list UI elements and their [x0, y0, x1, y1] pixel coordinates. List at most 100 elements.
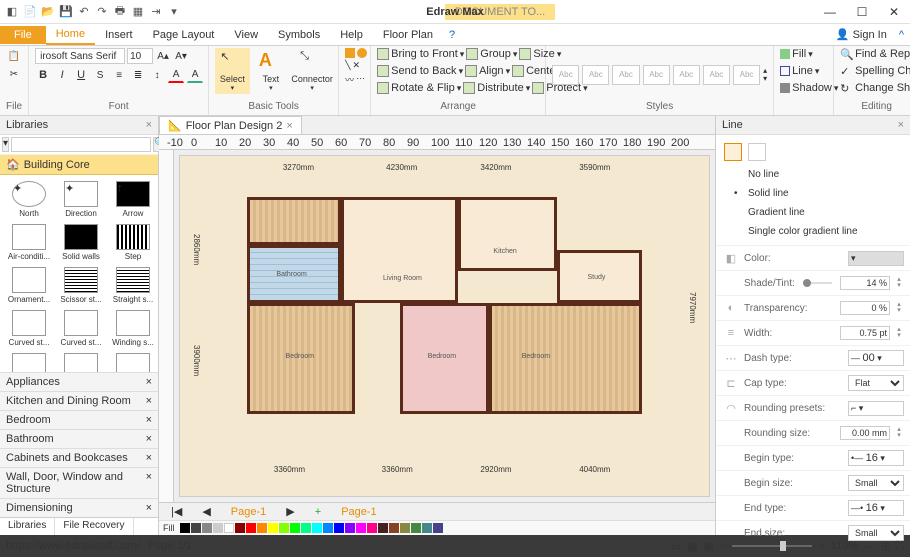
cat-wall-door[interactable]: Wall, Door, Window and Structure× — [0, 467, 158, 498]
fit-width-icon[interactable]: ↔ — [864, 540, 875, 552]
page-next-icon[interactable]: ▶ — [278, 504, 302, 519]
zoom-slider[interactable] — [732, 545, 812, 547]
bullets-icon[interactable]: ≡ — [111, 67, 127, 83]
font-color-icon[interactable]: A — [168, 67, 184, 83]
spin-icon[interactable]: ▴▾ — [894, 327, 904, 339]
cat-appliances[interactable]: Appliances× — [0, 372, 158, 391]
minimize-button[interactable]: — — [818, 5, 842, 19]
view-mode1-icon[interactable]: ▭ — [671, 540, 681, 553]
zoom-out-icon[interactable]: − — [720, 540, 726, 552]
trans-input[interactable] — [840, 301, 890, 315]
spelling-check-button[interactable]: ✓Spelling Check — [840, 65, 910, 77]
close-doc-icon[interactable]: × — [286, 120, 292, 132]
library-search-input[interactable] — [11, 137, 151, 152]
style-swatch[interactable]: Abc — [643, 65, 670, 85]
shape-circle-icon[interactable] — [357, 48, 367, 58]
etype-select[interactable]: —• 16 ▾ — [848, 500, 904, 516]
file-menu-button[interactable]: File — [0, 26, 46, 44]
color-swatch[interactable] — [312, 523, 322, 533]
view-mode3-icon[interactable]: ▣ — [703, 540, 713, 553]
page-tab-1[interactable]: Page-1 — [223, 505, 274, 519]
color-swatch[interactable] — [334, 523, 344, 533]
align-arr-icon[interactable] — [465, 65, 477, 77]
color-swatch[interactable] — [323, 523, 333, 533]
close-button[interactable]: ✕ — [882, 5, 906, 19]
shape-scissor[interactable]: Scissor st... — [56, 265, 106, 306]
line-style-icon[interactable] — [780, 66, 790, 76]
room-living[interactable]: Living Room — [341, 197, 458, 303]
shape-x-icon[interactable]: ✕ — [353, 60, 361, 71]
shape-solid-walls[interactable]: Solid walls — [56, 222, 106, 263]
room-kitchen[interactable]: Kitchen — [458, 197, 557, 271]
cat-dimensioning[interactable]: Dimensioning× — [0, 498, 158, 517]
qat-print-icon[interactable]: 🖶 — [112, 4, 128, 20]
tab-home[interactable]: Home — [46, 25, 95, 45]
spin-icon[interactable]: ▴▾ — [894, 302, 904, 314]
dash-select[interactable]: — 00 ▾ — [848, 350, 904, 366]
color-swatch[interactable] — [400, 523, 410, 533]
center-icon[interactable] — [512, 65, 524, 77]
shape-direction[interactable]: ✦Direction — [56, 179, 106, 220]
shape-north[interactable]: ✦North — [4, 179, 54, 220]
zoom-value[interactable]: 110% — [831, 540, 858, 552]
cat-kitchen[interactable]: Kitchen and Dining Room× — [0, 391, 158, 410]
tab-insert[interactable]: Insert — [95, 26, 143, 44]
btype-select[interactable]: •— 16 ▾ — [848, 450, 904, 466]
room-bedroom2[interactable]: Bedroom — [400, 303, 490, 414]
protect-icon[interactable] — [532, 82, 544, 94]
line-opt-none[interactable]: No line — [724, 165, 902, 184]
shape-arrow[interactable]: ↑Arrow — [108, 179, 158, 220]
shape-curved1[interactable]: Curved st... — [4, 308, 54, 349]
highlight-icon[interactable]: A — [187, 67, 203, 83]
align-icon[interactable]: ≣ — [130, 67, 146, 83]
color-swatch[interactable] — [356, 523, 366, 533]
color-swatch[interactable] — [422, 523, 432, 533]
color-swatch[interactable] — [257, 523, 267, 533]
color-swatch[interactable] — [246, 523, 256, 533]
font-grow-icon[interactable]: A▴ — [155, 48, 171, 64]
page-tab-1b[interactable]: Page-1 — [333, 505, 384, 519]
close-panel-icon[interactable]: × — [898, 119, 904, 131]
category-header[interactable]: 🏠Building Core — [0, 155, 158, 175]
style-swatch[interactable]: Abc — [552, 65, 579, 85]
qat-undo-icon[interactable]: ↶ — [76, 4, 92, 20]
line-opt-single-gradient[interactable]: Single color gradient line — [724, 222, 902, 241]
qat-new-icon[interactable]: 📄 — [22, 4, 38, 20]
send-back-icon[interactable] — [377, 65, 389, 77]
room-balcony1[interactable] — [247, 197, 341, 245]
style-swatch[interactable]: Abc — [703, 65, 730, 85]
page-add-icon[interactable]: + — [307, 505, 329, 519]
fill-icon[interactable] — [780, 49, 790, 59]
shape-ornament[interactable]: Ornament... — [4, 265, 54, 306]
shape-extra3[interactable] — [108, 351, 158, 372]
color-swatch[interactable] — [411, 523, 421, 533]
cap-select[interactable]: Flat — [848, 375, 904, 391]
color-swatch[interactable] — [224, 523, 234, 533]
group-icon[interactable] — [466, 48, 478, 60]
shape-line-icon[interactable]: ╲ — [345, 60, 350, 71]
close-panel-icon[interactable]: × — [146, 119, 152, 131]
tab-libraries[interactable]: Libraries — [0, 518, 55, 535]
qat-open-icon[interactable]: 📂 — [40, 4, 56, 20]
cat-bathroom[interactable]: Bathroom× — [0, 429, 158, 448]
color-swatch[interactable] — [433, 523, 443, 533]
shape-extra1[interactable] — [4, 351, 54, 372]
view-mode2-icon[interactable]: ▦ — [687, 540, 697, 553]
italic-button[interactable]: I — [54, 67, 70, 83]
style-scroll[interactable]: ▴▾ — [763, 67, 767, 83]
select-tool[interactable]: ↖Select▾ — [215, 48, 250, 94]
bold-button[interactable]: B — [35, 67, 51, 83]
shadow-icon[interactable] — [780, 83, 790, 93]
text-tool[interactable]: AText▾ — [254, 48, 289, 94]
page-prev-icon[interactable]: ◀ — [194, 504, 218, 519]
shape-winding[interactable]: Winding s... — [108, 308, 158, 349]
sign-in-link[interactable]: 👤 Sign In — [830, 28, 893, 41]
canvas-scroll[interactable]: 3270mm 4230mm 3420mm 3590mm 3360mm 3360m… — [159, 150, 715, 502]
bring-front-icon[interactable] — [377, 48, 389, 60]
rpreset-select[interactable]: ⌐ ▾ — [848, 401, 904, 416]
change-shape-button[interactable]: ↻Change Shape ▾ — [840, 82, 910, 94]
color-swatch[interactable] — [301, 523, 311, 533]
shape-straight[interactable]: Straight s... — [108, 265, 158, 306]
font-shrink-icon[interactable]: A▾ — [173, 48, 189, 64]
cut-icon[interactable]: ✂ — [6, 66, 22, 82]
